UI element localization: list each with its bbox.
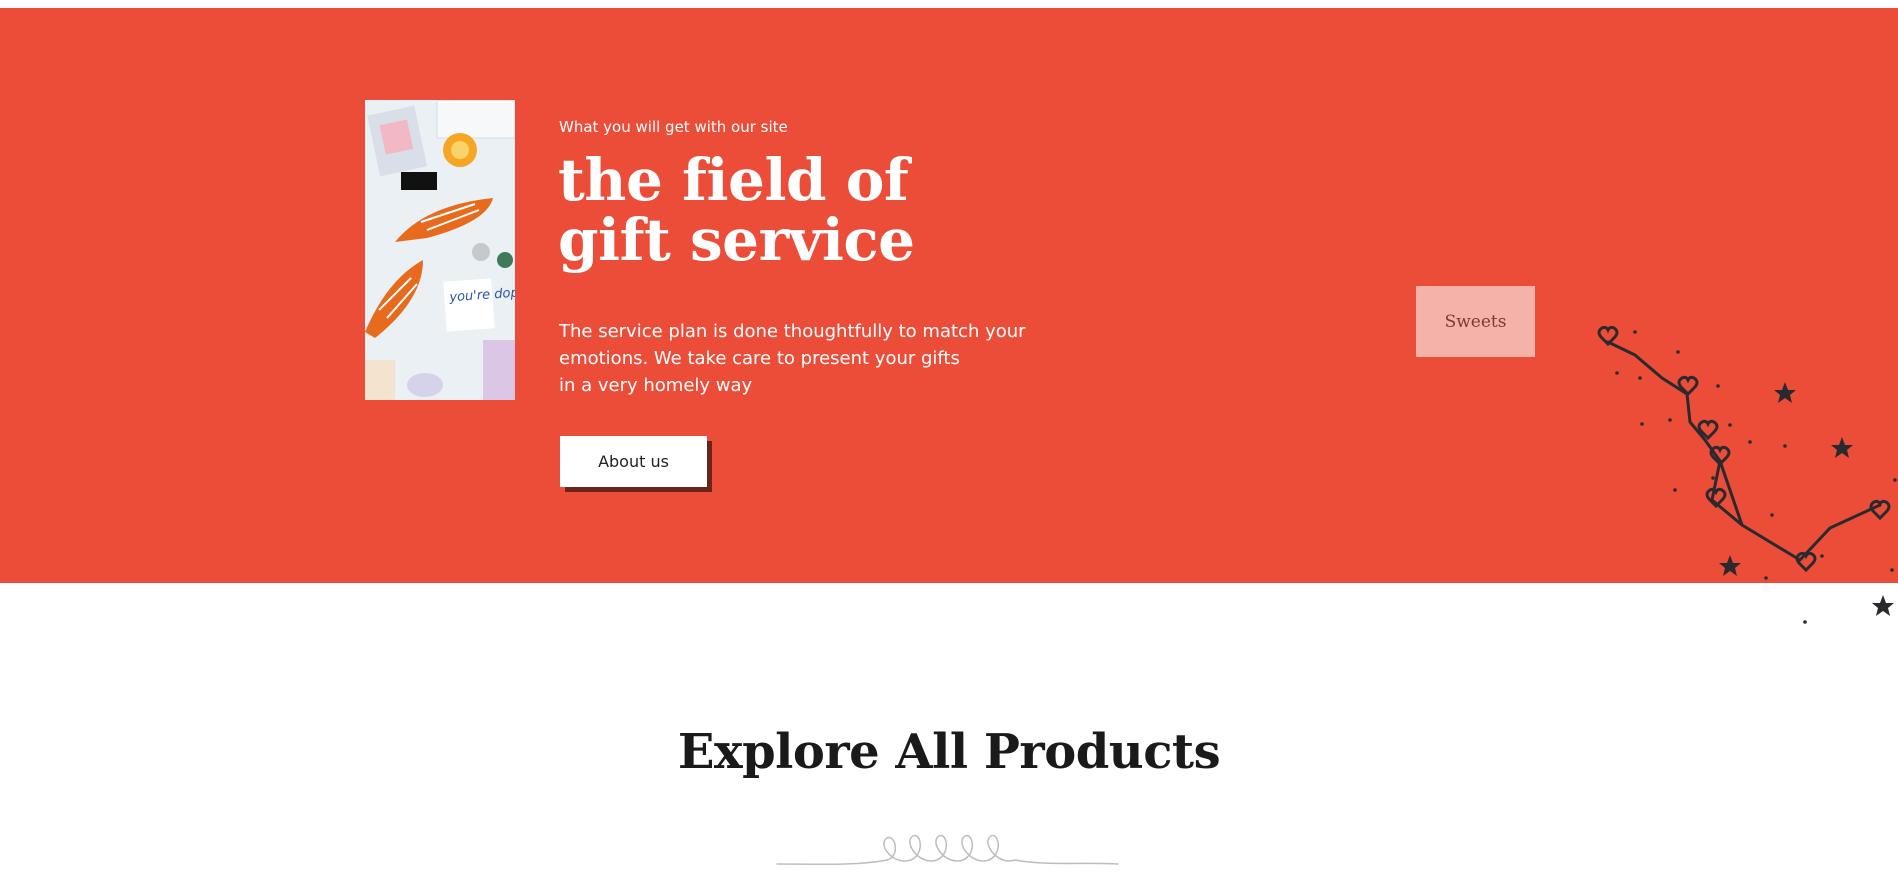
constellation-decoration [1597, 325, 1897, 624]
hero-headline: the field of gift service [558, 150, 915, 270]
squiggle-divider [776, 834, 1119, 866]
gift-flatlay-illustration: you're dope. [365, 100, 515, 400]
explore-products-title: Explore All Products [677, 724, 1221, 780]
headline-line-2: gift service [558, 206, 915, 274]
about-us-button[interactable]: About us [560, 436, 707, 487]
hero-image: you're dope. [365, 100, 515, 400]
hero-description: The service plan is done thoughtfully to… [559, 318, 1079, 399]
sweets-button[interactable]: Sweets [1416, 286, 1535, 357]
hero-eyebrow: What you will get with our site [559, 118, 788, 136]
description-line-2: emotions. We take care to present your g… [559, 348, 960, 369]
description-line-3: in a very homely way [559, 375, 753, 396]
description-line-1: The service plan is done thoughtfully to… [559, 321, 1026, 342]
headline-line-1: the field of [558, 146, 909, 214]
